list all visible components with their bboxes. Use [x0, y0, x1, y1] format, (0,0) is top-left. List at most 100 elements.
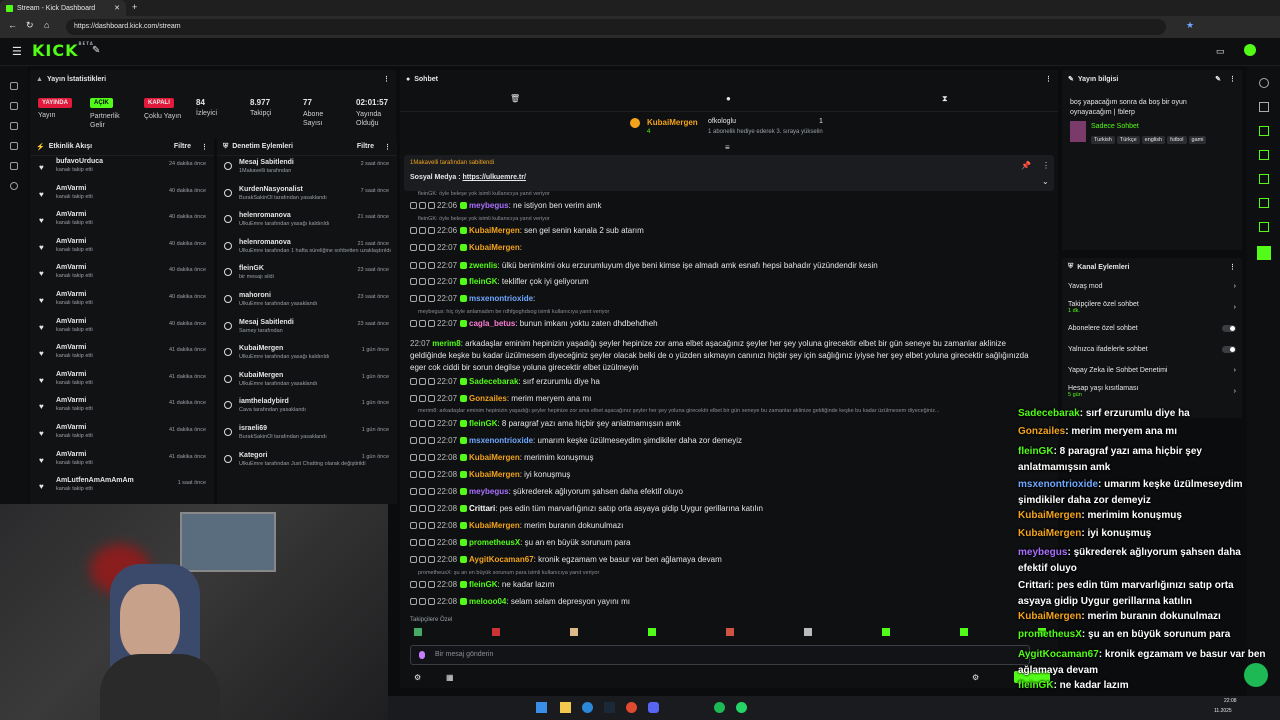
- timeout-icon[interactable]: [419, 488, 426, 495]
- delete-icon[interactable]: [410, 437, 417, 444]
- activity-item[interactable]: ♥ AmVarmi kanalı takip etti 40 dakika önce: [30, 262, 214, 289]
- more-icon[interactable]: ⋮: [1042, 161, 1050, 170]
- more-icon[interactable]: ⋮: [384, 143, 391, 151]
- help-icon[interactable]: [1258, 78, 1269, 88]
- delete-icon[interactable]: [410, 262, 417, 269]
- activity-item[interactable]: ♥ AmVarmi kanalı takip etti 40 dakika önce: [30, 236, 214, 263]
- activity-item[interactable]: ♥ AmVarmi kanalı takip etti 40 dakika önce: [30, 183, 214, 210]
- shortcut-icon[interactable]: [1258, 198, 1269, 208]
- gear-icon[interactable]: ⚙: [972, 673, 979, 682]
- emote-icon[interactable]: [804, 628, 812, 636]
- shortcut-icon[interactable]: [1258, 222, 1269, 232]
- shortcut-icon[interactable]: [1258, 126, 1269, 136]
- chat-username[interactable]: fleinGK: [469, 580, 497, 589]
- url-field[interactable]: https://dashboard.kick.com/stream: [66, 19, 1166, 35]
- ban-icon[interactable]: [428, 598, 435, 605]
- edit-icon[interactable]: ✎: [1215, 75, 1221, 83]
- discord-icon[interactable]: [648, 702, 659, 713]
- channel-action[interactable]: Yalnızca ifadelerle sohbet: [1062, 339, 1242, 360]
- chat-message[interactable]: 22:07 msxenontrioxide:: [410, 294, 535, 303]
- chat-message[interactable]: 22:08 meybegus: şükrederek ağlıyorum şahs…: [410, 487, 683, 496]
- chat-username[interactable]: KubaiMergen: [469, 521, 520, 530]
- delete-icon[interactable]: [410, 244, 417, 251]
- timeout-icon[interactable]: [419, 395, 426, 402]
- delete-icon[interactable]: [410, 320, 417, 327]
- toggle[interactable]: [1222, 325, 1236, 332]
- ban-icon[interactable]: [428, 320, 435, 327]
- spotify-icon[interactable]: [714, 702, 725, 713]
- channel-action[interactable]: Takipçilere özel sohbet 1 dk. ›: [1062, 297, 1242, 318]
- chat-message[interactable]: 22:07 fleinGK: 8 paragraf yazı ama hiçbir…: [410, 419, 681, 428]
- delete-icon[interactable]: [410, 295, 417, 302]
- ban-icon[interactable]: [428, 471, 435, 478]
- chat-message[interactable]: 22:08 melooo04: selam selam depresyon yay…: [410, 597, 630, 606]
- emote-icon[interactable]: [648, 628, 656, 636]
- timeout-icon[interactable]: [419, 539, 426, 546]
- settings-icon[interactable]: [10, 182, 18, 190]
- chat-username[interactable]: KubaiMergen: [469, 453, 520, 462]
- ban-icon[interactable]: [428, 556, 435, 563]
- mic-icon[interactable]: [419, 651, 425, 659]
- activity-item[interactable]: ♥ AmVarmi kanalı takip etti 41 dakika önce: [30, 422, 214, 449]
- timeout-icon[interactable]: [419, 244, 426, 251]
- chat-message[interactable]: 22:08 prometheusX: şu an en büyük sorunum…: [410, 538, 630, 547]
- chat-username[interactable]: Gonzailes: [469, 394, 507, 403]
- chat-message[interactable]: 22:06 meybegus: ne istiyon ben verim amk: [410, 201, 602, 210]
- chat-username[interactable]: msxenontrioxide: [469, 436, 533, 445]
- timeout-icon[interactable]: [419, 278, 426, 285]
- timeout-icon[interactable]: [419, 522, 426, 529]
- explorer-icon[interactable]: [560, 702, 571, 713]
- chat-message[interactable]: 22:07 zwenlis: ülkü benimkimi oku erzurum…: [410, 261, 878, 270]
- back-icon[interactable]: ←: [8, 20, 17, 30]
- ban-icon[interactable]: [428, 420, 435, 427]
- more-icon[interactable]: ⋮: [383, 75, 390, 83]
- chat-username[interactable]: KubaiMergen: [469, 470, 520, 479]
- tag[interactable]: futbol: [1167, 136, 1187, 144]
- activity-item[interactable]: ♥ AmVarmi kanalı takip etti 40 dakika önce: [30, 316, 214, 343]
- pin-icon[interactable]: ✎: [92, 45, 100, 56]
- timeout-icon[interactable]: [419, 471, 426, 478]
- chat-username[interactable]: prometheusX: [469, 538, 520, 547]
- chevron-right-icon[interactable]: ›: [1234, 388, 1236, 395]
- avatar[interactable]: [1244, 44, 1256, 56]
- timeout-icon[interactable]: [419, 598, 426, 605]
- timeout-icon[interactable]: [419, 320, 426, 327]
- delete-icon[interactable]: [410, 278, 417, 285]
- chevron-down-icon[interactable]: ⌄: [1042, 177, 1049, 186]
- channel-action[interactable]: Yavaş mod ›: [1062, 276, 1242, 297]
- tag[interactable]: gami: [1188, 136, 1207, 144]
- chat-message[interactable]: 22:07 Sadecebarak: sırf erzurumlu diye ha: [410, 377, 600, 386]
- filter-button[interactable]: Filtre: [174, 143, 191, 150]
- chat-username[interactable]: msxenontrioxide: [469, 294, 533, 303]
- timeout-icon[interactable]: [419, 437, 426, 444]
- ban-icon[interactable]: [428, 378, 435, 385]
- emote-icon[interactable]: [570, 628, 578, 636]
- chat-message[interactable]: 22:08 KubaiMergen: merimim konuşmuş: [410, 453, 594, 462]
- toggle[interactable]: [1222, 346, 1236, 353]
- layout-icon[interactable]: ▭: [1216, 46, 1225, 57]
- delete-icon[interactable]: [410, 581, 417, 588]
- moderation-item[interactable]: Mesaj Sabitlendi Sarney tarafından 23 saat…: [217, 316, 397, 343]
- moderation-item[interactable]: mahoroni UlkuEmre tarafından yasaklandı 23…: [217, 289, 397, 316]
- ban-icon[interactable]: [428, 488, 435, 495]
- moderation-item[interactable]: iamtheladybird Cava tarafından yasaklandı…: [217, 395, 397, 422]
- delete-icon[interactable]: [410, 488, 417, 495]
- chat-username[interactable]: Sadecebarak: [469, 377, 518, 386]
- emote-icon[interactable]: [726, 628, 734, 636]
- ban-icon[interactable]: [428, 278, 435, 285]
- chevron-right-icon[interactable]: ›: [1234, 283, 1236, 290]
- firefox-icon[interactable]: [626, 702, 637, 713]
- activity-item[interactable]: ♥ AmVarmi kanalı takip etti 41 dakika önce: [30, 342, 214, 369]
- more-icon[interactable]: ⋮: [201, 143, 208, 151]
- delete-icon[interactable]: [410, 395, 417, 402]
- extensions-icon[interactable]: [10, 162, 18, 170]
- chevron-right-icon[interactable]: ›: [1234, 304, 1236, 311]
- delete-icon[interactable]: [410, 227, 417, 234]
- pin-icon[interactable]: 📌: [1021, 161, 1031, 170]
- activity-item[interactable]: ♥ AmVarmi kanalı takip etti 41 dakika önce: [30, 395, 214, 422]
- shortcut-icon[interactable]: [1258, 150, 1269, 160]
- delete-icon[interactable]: [410, 505, 417, 512]
- activity-item[interactable]: ♥ AmVarmi kanalı takip etti 40 dakika önce: [30, 289, 214, 316]
- timeout-icon[interactable]: [419, 556, 426, 563]
- chat-username[interactable]: melooo04: [469, 597, 506, 606]
